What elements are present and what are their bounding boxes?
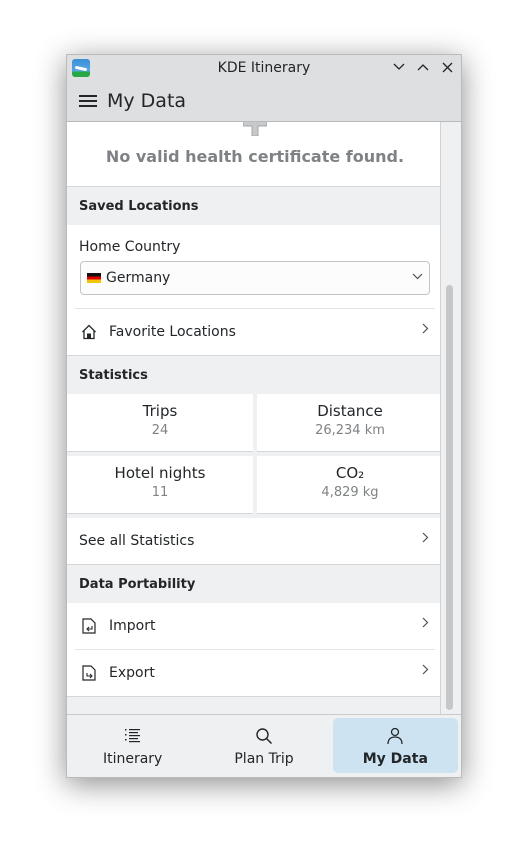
tab-label: Itinerary — [102, 750, 163, 767]
title-bar: KDE Itinerary — [67, 55, 461, 81]
home-country-value: Germany — [106, 270, 171, 286]
tab-label: My Data — [362, 750, 428, 767]
document-import-icon — [79, 617, 99, 635]
bottom-navigation: Itinerary Plan Trip My Data — [67, 714, 461, 777]
chevron-right-icon — [422, 532, 429, 547]
scrollbar-thumb[interactable] — [446, 285, 453, 710]
page-header: My Data — [67, 81, 461, 122]
page-title: My Data — [107, 90, 187, 112]
no-certificate-message: No valid health certificate found. — [105, 147, 405, 166]
chevron-down-icon — [412, 269, 423, 283]
stat-label: Trips — [142, 402, 178, 420]
vertical-scrollbar[interactable] — [440, 122, 461, 716]
tab-plan-trip[interactable]: Plan Trip — [201, 718, 326, 773]
stat-label: Distance — [317, 402, 383, 420]
scroll-content: No valid health certificate found. Saved… — [67, 122, 443, 716]
data-portability-card: Import Export — [67, 603, 443, 697]
home-icon — [79, 323, 99, 341]
stat-value: 26,234 km — [315, 423, 385, 438]
data-portability-heading: Data Portability — [79, 576, 196, 592]
document-export-icon — [79, 664, 99, 682]
close-button[interactable] — [439, 58, 455, 76]
see-all-statistics-item[interactable]: See all Statistics — [67, 518, 443, 564]
stat-value: 4,829 kg — [321, 485, 379, 500]
favorite-locations-item[interactable]: Favorite Locations — [67, 309, 443, 355]
health-certificate-card: No valid health certificate found. — [67, 122, 443, 187]
itinerary-list-icon — [124, 725, 142, 747]
stat-distance: Distance 26,234 km — [257, 394, 443, 452]
maximize-button[interactable] — [415, 58, 431, 76]
tab-my-data[interactable]: My Data — [332, 718, 458, 773]
saved-locations-card: Home Country Germany Favorite Locations — [67, 225, 443, 356]
search-icon — [255, 725, 273, 747]
export-item[interactable]: Export — [67, 650, 443, 696]
chevron-right-icon — [422, 664, 429, 679]
stat-trips: Trips 24 — [67, 394, 253, 452]
statistics-grid: Trips 24 Distance 26,234 km Hotel nights… — [67, 394, 443, 514]
statistics-heading: Statistics — [79, 367, 148, 383]
see-all-statistics-card: See all Statistics — [67, 518, 443, 565]
import-label: Import — [109, 618, 156, 634]
medical-cross-icon — [243, 122, 267, 136]
tab-label: Plan Trip — [234, 750, 294, 767]
app-window: KDE Itinerary My Data No valid health ce… — [66, 54, 462, 778]
stat-value: 11 — [151, 485, 169, 500]
user-icon — [386, 725, 404, 747]
stat-hotel-nights: Hotel nights 11 — [67, 456, 253, 514]
flag-germany-icon — [87, 273, 101, 283]
favorite-locations-label: Favorite Locations — [109, 324, 236, 340]
export-label: Export — [109, 665, 155, 681]
tab-itinerary[interactable]: Itinerary — [70, 718, 195, 773]
minimize-button[interactable] — [391, 58, 407, 76]
saved-locations-heading: Saved Locations — [79, 198, 199, 214]
stat-label: CO₂ — [335, 464, 365, 482]
stat-label: Hotel nights — [114, 464, 206, 482]
import-item[interactable]: Import — [67, 603, 443, 649]
home-country-label: Home Country — [79, 239, 181, 255]
stat-co2: CO₂ 4,829 kg — [257, 456, 443, 514]
see-all-statistics-label: See all Statistics — [79, 533, 195, 549]
chevron-right-icon — [422, 617, 429, 632]
hamburger-icon[interactable] — [79, 95, 97, 107]
home-country-select[interactable]: Germany — [80, 261, 430, 295]
stat-value: 24 — [151, 423, 169, 438]
chevron-right-icon — [422, 323, 429, 338]
